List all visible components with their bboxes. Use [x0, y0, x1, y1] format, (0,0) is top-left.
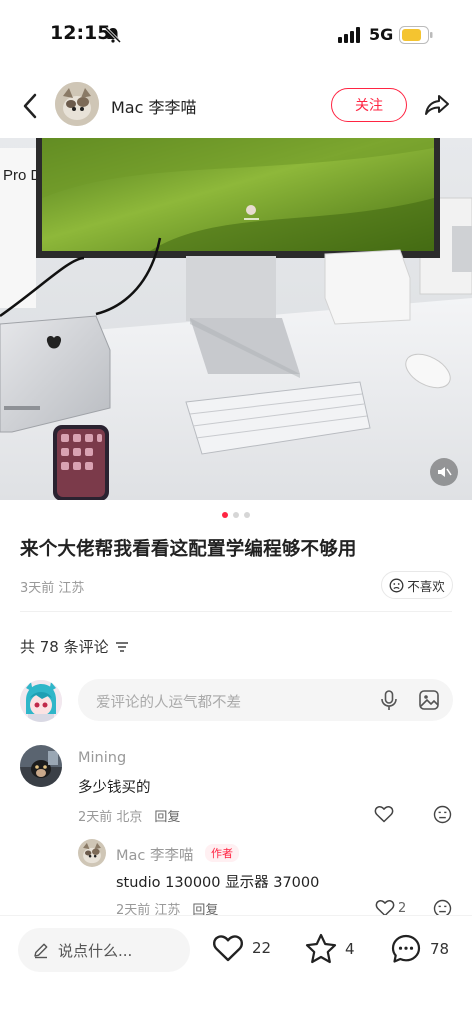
battery-icon — [399, 26, 433, 44]
author-avatar[interactable] — [55, 82, 99, 126]
back-icon[interactable] — [18, 91, 44, 121]
author-badge: 作者 — [205, 844, 239, 862]
image-icon[interactable] — [418, 689, 440, 711]
follow-button[interactable]: 关注 — [331, 88, 407, 122]
divider — [20, 611, 452, 612]
post-title: 来个大佬帮我看看这配置学编程够不够用 — [20, 539, 357, 560]
image-pager — [0, 512, 472, 518]
signal-icon — [338, 27, 360, 43]
status-time: 12:15 — [50, 22, 111, 44]
share-icon[interactable] — [423, 91, 451, 119]
box-text: Pro D — [3, 167, 42, 184]
pencil-icon — [34, 943, 48, 959]
bottom-action-bar: 说点什么... 22 4 78 — [0, 915, 472, 1024]
commenter-avatar[interactable] — [20, 745, 62, 787]
comment-dislike-icon[interactable] — [433, 805, 452, 824]
comment-meta: 2天前 北京 回复 — [78, 806, 180, 825]
microphone-icon[interactable] — [379, 689, 399, 711]
comment-like-button[interactable] — [374, 805, 394, 823]
comment-input-placeholder: 爱评论的人运气都不差 — [96, 695, 241, 711]
dislike-button[interactable]: 不喜欢 — [381, 571, 453, 599]
like-count: 22 — [252, 939, 272, 957]
comment-input[interactable]: 爱评论的人运气都不差 — [78, 679, 453, 721]
reply-text: studio 130000 显示器 37000 — [116, 875, 320, 891]
pager-dot — [233, 512, 239, 518]
comment-bubble-icon — [391, 934, 421, 963]
heart-icon — [213, 935, 243, 962]
comment-count-label: 共 78 条评论 — [20, 638, 109, 656]
author-name[interactable]: Mac 李李喵 — [111, 94, 197, 118]
reply-author-name[interactable]: Mac 李李喵 — [116, 844, 193, 865]
bell-muted-icon — [104, 26, 122, 44]
post-header: Mac 李李喵 关注 — [0, 78, 472, 134]
mute-icon[interactable] — [430, 458, 458, 486]
post-meta: 3天前 江苏 — [20, 581, 85, 596]
network-label: 5G — [369, 25, 394, 44]
star-icon — [305, 933, 337, 964]
pager-dot — [244, 512, 250, 518]
collect-button[interactable]: 4 — [305, 933, 355, 964]
comment-time-location: 2天前 北京 — [78, 810, 143, 825]
commenter-name[interactable]: Mining — [78, 750, 126, 766]
status-bar: 12:15 5G — [0, 0, 472, 70]
frown-icon — [389, 578, 404, 592]
dislike-label: 不喜欢 — [407, 578, 445, 594]
sort-icon[interactable] — [115, 641, 129, 653]
pager-dot-active — [222, 512, 228, 518]
heart-icon — [374, 806, 394, 823]
my-avatar[interactable] — [20, 680, 62, 722]
bottom-comment-input[interactable]: 说点什么... — [18, 928, 190, 972]
like-button[interactable]: 22 — [212, 933, 271, 963]
reply-like-count: 2 — [398, 900, 407, 916]
collect-count: 4 — [345, 939, 355, 958]
reply-button[interactable]: 回复 — [154, 810, 180, 825]
post-image[interactable]: Pro D — [0, 138, 472, 500]
comment-total: 78 — [430, 940, 450, 958]
reply-author-avatar[interactable] — [78, 839, 106, 867]
comment-button[interactable]: 78 — [390, 933, 449, 965]
comment-count-header[interactable]: 共 78 条评论 — [20, 636, 129, 657]
comment-text: 多少钱买的 — [78, 780, 151, 796]
bottom-input-placeholder: 说点什么... — [58, 941, 133, 960]
